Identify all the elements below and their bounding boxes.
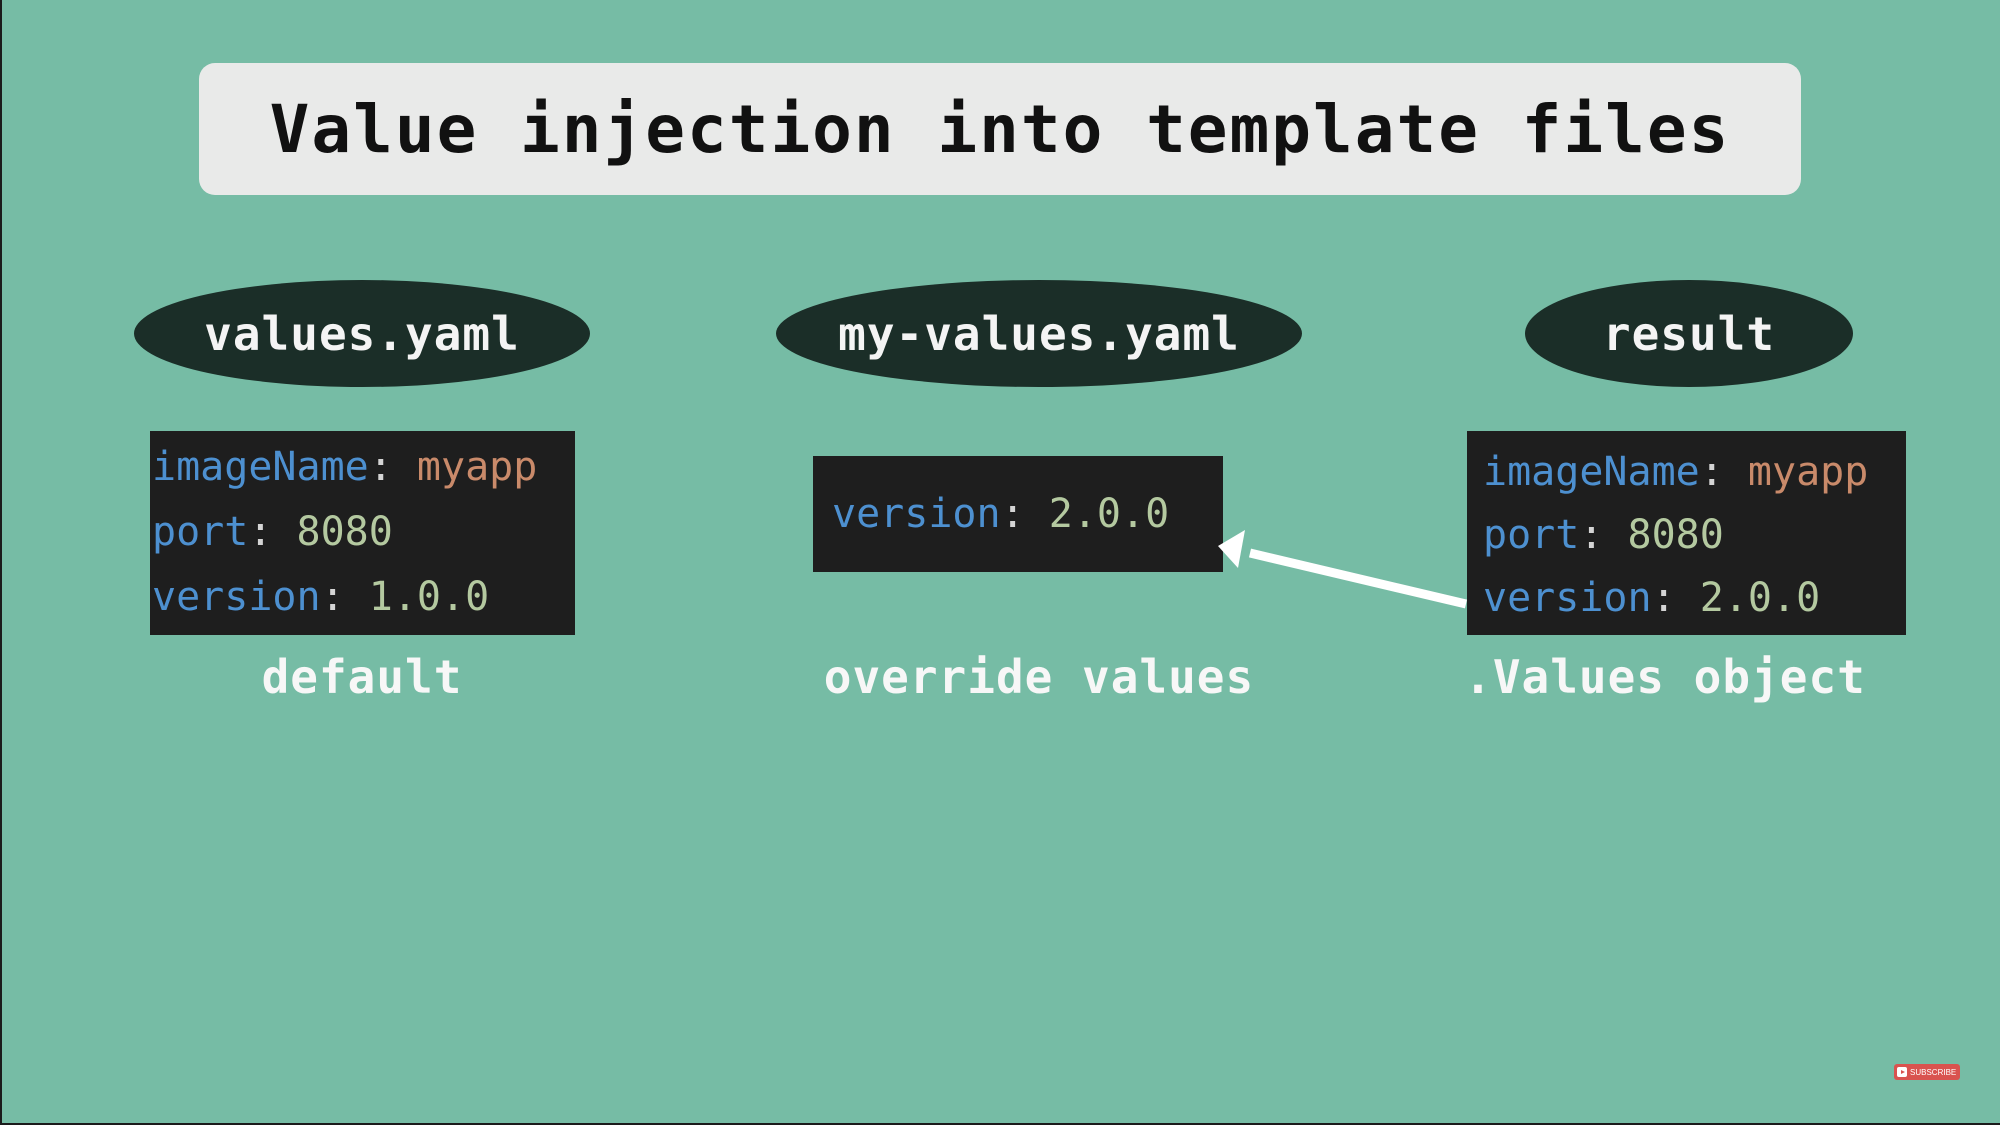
my-values-yaml-pill: my-values.yaml [776,280,1302,387]
left-frame-edge [0,0,2,1125]
code-line: port: 8080 [1483,512,1724,558]
code-line: imageName: myapp [152,444,538,490]
result-code-block: imageName: myapp port: 8080 version: 2.0… [1467,431,1906,635]
values-yaml-caption: default [261,650,463,704]
code-line: imageName: myapp [1483,449,1869,495]
subscribe-label: SUBSCRIBE [1910,1067,1957,1077]
title-banner: Value injection into template files [199,63,1801,195]
code-line: version: 2.0.0 [832,490,1170,537]
code-line: port: 8080 [152,509,393,555]
slide-title: Value injection into template files [269,90,1731,168]
code-line: version: 2.0.0 [1483,575,1821,621]
result-caption: .Values object [1464,650,1866,704]
my-values-yaml-label: my-values.yaml [838,306,1240,361]
subscribe-badge[interactable]: SUBSCRIBE [1894,1064,1960,1080]
slide-canvas: Value injection into template files valu… [0,0,2000,1125]
code-line: version: 1.0.0 [152,574,490,620]
values-yaml-label: values.yaml [204,306,520,361]
result-label: result [1602,306,1776,361]
values-yaml-pill: values.yaml [134,280,590,387]
values-yaml-code-block: imageName: myapp port: 8080 version: 1.0… [150,431,575,635]
arrow-shaft [1248,548,1468,609]
result-pill: result [1525,280,1853,387]
my-values-yaml-code-block: version: 2.0.0 [813,456,1223,572]
my-values-yaml-caption: override values [823,650,1255,704]
play-icon [1897,1067,1907,1077]
